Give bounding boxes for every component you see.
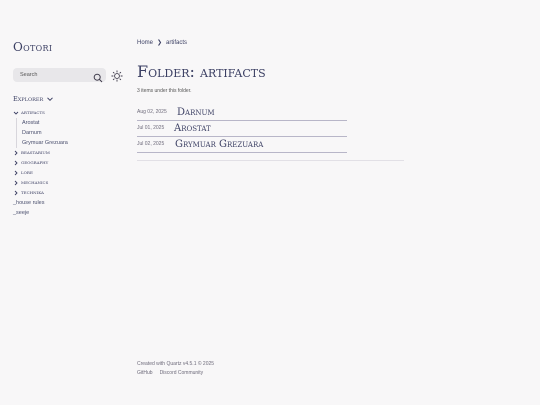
file-link-grymuar-grezuara[interactable]: Grymuar Grezuara — [22, 138, 128, 148]
folder-technika[interactable]: technika — [13, 188, 128, 198]
explorer-tree: artifacts Arostat Darnum Grymuar Grezuar… — [13, 108, 128, 218]
folder-label: mechanics — [21, 180, 49, 186]
item-title-link[interactable]: Arostat — [174, 122, 211, 135]
site-title[interactable]: Ootori — [13, 40, 52, 54]
breadcrumb: Home ❯ artifacts — [137, 39, 188, 47]
list-item: Aug 02, 2025 Darnum — [137, 106, 347, 121]
page-listing: Aug 02, 2025 Darnum Jul 01, 2025 Arostat… — [137, 106, 347, 154]
chevron-down-icon — [13, 111, 19, 115]
chevron-right-icon — [14, 150, 18, 156]
chevron-right-icon — [14, 170, 18, 176]
folder-label: artifacts — [21, 110, 45, 116]
footer-links: GitHub Discord Community — [137, 370, 203, 376]
page-title: Folder: artifacts — [137, 62, 266, 81]
search-bar[interactable]: Search — [13, 68, 106, 83]
footer-credit: Created with Quartz v4.5.1 © 2025 — [137, 361, 215, 367]
breadcrumb-home-link[interactable]: Home — [137, 40, 153, 46]
explorer-toggle[interactable]: Explorer — [13, 95, 54, 103]
search-icon — [93, 70, 103, 83]
folder-mechanics[interactable]: mechanics — [13, 178, 128, 188]
folder-label: geography — [21, 160, 49, 166]
footer-link-github[interactable]: GitHub — [137, 370, 153, 376]
file-link-seeje[interactable]: _seeje — [13, 208, 128, 218]
list-item: Jul 02, 2025 Grymuar Grezuara — [137, 138, 347, 153]
chevron-down-icon — [47, 97, 54, 102]
file-link-arostat[interactable]: Arostat — [22, 118, 128, 128]
file-link-house-rules[interactable]: _house rules — [13, 198, 128, 208]
folder-children: Arostat Darnum Grymuar Grezuara — [16, 118, 128, 148]
chevron-right-icon — [14, 190, 18, 196]
folder-geography[interactable]: geography — [13, 158, 128, 168]
content-divider — [137, 160, 404, 161]
item-title-link[interactable]: Darnum — [177, 106, 215, 119]
folder-artifacts[interactable]: artifacts — [13, 108, 128, 118]
folder-label: technika — [21, 190, 44, 196]
breadcrumb-separator-icon: ❯ — [157, 40, 163, 46]
item-date: Jul 02, 2025 — [137, 141, 165, 147]
folder-label: beastarium — [21, 150, 50, 156]
explorer-title: Explorer — [13, 95, 44, 103]
item-date: Aug 02, 2025 — [137, 109, 167, 115]
sun-icon[interactable] — [111, 69, 123, 82]
folder-label: lore — [21, 170, 33, 176]
item-count: 3 items under this folder. — [137, 88, 192, 94]
item-date: Jul 01, 2025 — [137, 125, 165, 131]
folder-beastarium[interactable]: beastarium — [13, 148, 128, 158]
folder-lore[interactable]: lore — [13, 168, 128, 178]
file-link-darnum[interactable]: Darnum — [22, 128, 128, 138]
footer-link-discord[interactable]: Discord Community — [160, 370, 204, 376]
item-title-link[interactable]: Grymuar Grezuara — [175, 138, 263, 151]
list-item: Jul 01, 2025 Arostat — [137, 122, 347, 137]
search-placeholder: Search — [20, 72, 38, 78]
chevron-right-icon — [14, 160, 18, 166]
breadcrumb-current: artifacts — [166, 39, 188, 46]
chevron-right-icon — [14, 180, 18, 186]
